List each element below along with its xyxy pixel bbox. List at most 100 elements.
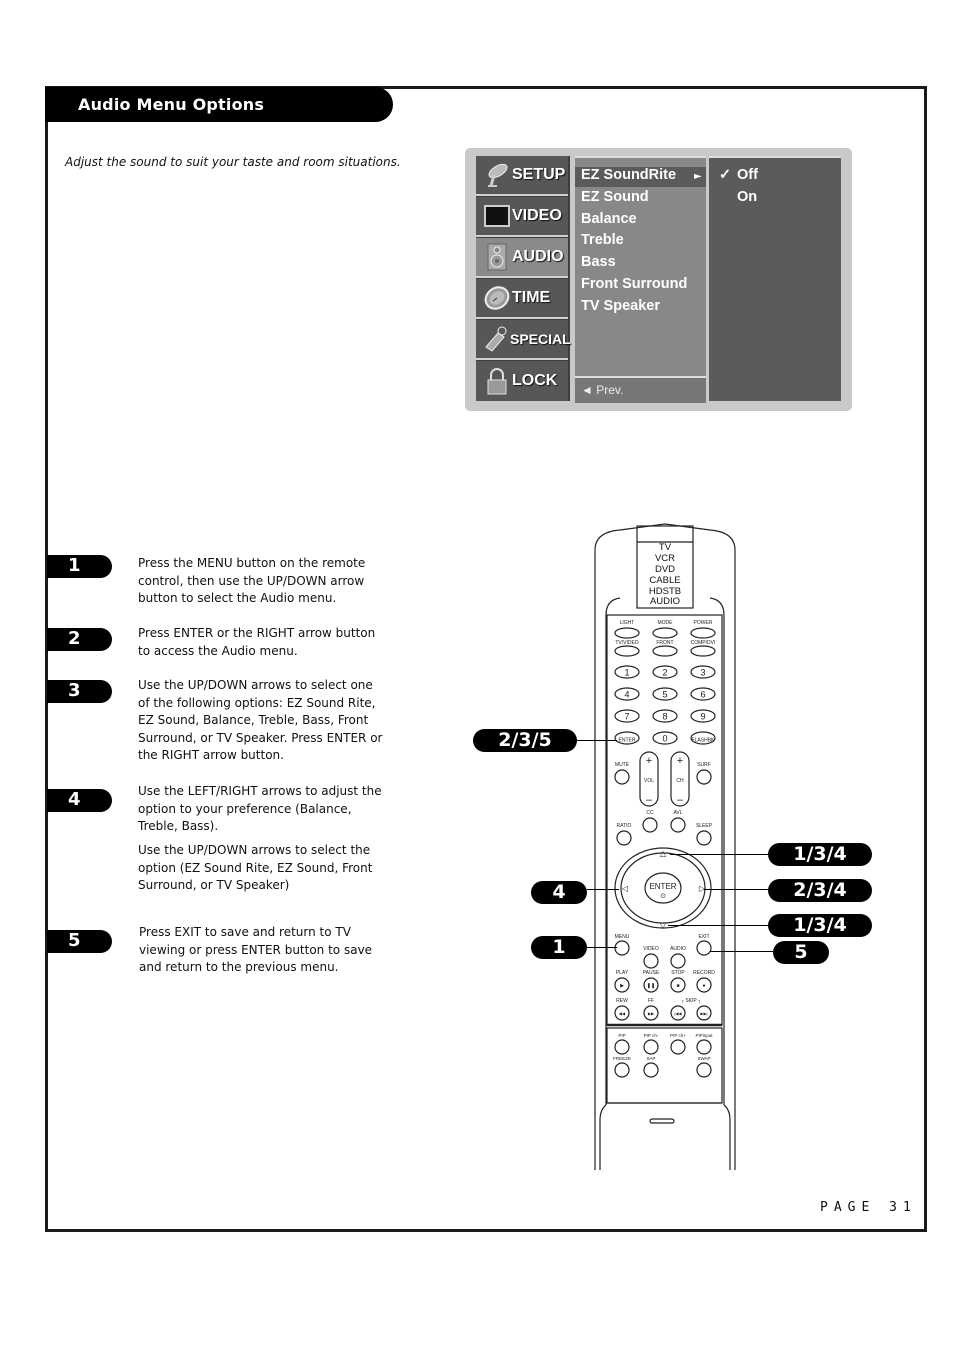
key-swap[interactable]	[696, 1062, 712, 1078]
side-item-time[interactable]: TIME	[476, 279, 568, 319]
prev-label: ◄ Prev.	[581, 383, 624, 397]
minus-icon: –	[646, 794, 653, 806]
key-tv-video[interactable]	[614, 645, 640, 657]
side-item-lock[interactable]: LOCK	[476, 361, 568, 401]
key-label: PIP	[618, 1033, 625, 1038]
side-item-label: TIME	[512, 289, 551, 306]
key-ratio[interactable]	[616, 830, 632, 846]
screen-icon	[482, 202, 512, 230]
key-pip-ch[interactable]	[643, 1039, 659, 1055]
record-icon: ●	[702, 983, 705, 989]
menu-item-tv-speaker[interactable]: TV Speaker	[581, 298, 660, 314]
skip-forward-icon: ▶▶|	[700, 1011, 707, 1016]
key-pipinput[interactable]	[696, 1039, 712, 1055]
side-item-label: SPECIAL	[510, 331, 571, 347]
key-label: REW	[616, 998, 628, 1004]
key-label: 8	[662, 712, 667, 722]
menu-item-front-surround[interactable]: Front Surround	[581, 276, 687, 292]
plus-icon: +	[646, 755, 652, 767]
side-item-audio[interactable]: AUDIO	[476, 238, 568, 278]
menu-item-bass[interactable]: Bass	[581, 254, 616, 270]
key-pip[interactable]	[614, 1039, 630, 1055]
key-label: AVL	[673, 810, 682, 816]
ch-label: CH	[676, 778, 684, 784]
key-front[interactable]	[652, 645, 678, 657]
side-item-setup[interactable]: SETUP	[476, 156, 568, 196]
key-menu[interactable]	[614, 940, 630, 956]
down-arrow-icon: ▽	[660, 921, 667, 930]
stop-icon: ■	[676, 983, 679, 989]
key-label: CC	[646, 810, 654, 816]
callout-left-arrow: 4	[531, 881, 587, 904]
key-audio[interactable]	[670, 953, 686, 969]
key-label: SWAP	[697, 1056, 710, 1061]
option-on[interactable]: On	[737, 189, 757, 205]
key-freeze[interactable]	[614, 1062, 630, 1078]
key-label: 9	[700, 712, 705, 722]
key-surf[interactable]	[696, 769, 712, 785]
leader-line	[710, 951, 773, 952]
side-item-special[interactable]: SPECIAL	[476, 320, 571, 360]
step-number: 5	[68, 930, 81, 951]
key-label: MENU	[615, 934, 630, 940]
padlock-icon	[482, 367, 512, 395]
step-text-3: Use the UP/DOWN arrows to select one of …	[138, 678, 383, 763]
key-mute[interactable]	[614, 769, 630, 785]
key-mode[interactable]	[652, 627, 678, 639]
left-arrow-icon: ◁	[622, 884, 629, 893]
enter-label: ENTER	[649, 882, 676, 891]
key-cc[interactable]	[642, 817, 658, 833]
submenu-arrow-icon: ►	[694, 171, 702, 182]
key-comp-dvi[interactable]	[690, 645, 716, 657]
menu-item-ez-sound[interactable]: EZ Sound	[581, 189, 649, 205]
prev-button[interactable]: ◄ Prev.	[575, 376, 706, 403]
key-light[interactable]	[614, 627, 640, 639]
key-sleep[interactable]	[696, 830, 712, 846]
key-label: 3	[700, 668, 705, 678]
key-label: POWER	[694, 620, 713, 626]
mode-tv: TV	[659, 542, 672, 553]
step-number: 2	[68, 628, 81, 649]
key-label: 4	[624, 690, 629, 700]
key-power[interactable]	[690, 627, 716, 639]
key-sap[interactable]	[643, 1062, 659, 1078]
key-label: FRONT	[656, 640, 673, 646]
key-label: PIP ch-	[644, 1033, 659, 1038]
option-off[interactable]: Off	[737, 167, 758, 183]
leader-line	[670, 854, 768, 855]
key-avl[interactable]	[670, 817, 686, 833]
menu-item-ez-soundrite[interactable]: EZ SoundRite	[581, 167, 676, 183]
key-exit[interactable]	[696, 940, 712, 956]
leader-line	[587, 947, 617, 948]
callout-menu: 1	[531, 936, 587, 959]
enter-dot-icon: ⊙	[660, 893, 666, 900]
key-video[interactable]	[643, 953, 659, 969]
leader-line	[704, 889, 768, 890]
key-label: VIDEO	[643, 946, 659, 952]
osd-side-menu: SETUP VIDEO AUDIO TIME SPECIAL LOCK	[476, 156, 571, 401]
menu-item-treble[interactable]: Treble	[581, 232, 624, 248]
key-label: 0	[662, 734, 667, 744]
key-label: SURF	[697, 762, 711, 768]
leader-line	[587, 889, 619, 890]
key-label: SLEEP	[696, 823, 713, 829]
step-badge-2: 2	[47, 628, 112, 651]
step-text-1: Press the MENU button on the remote cont…	[138, 556, 366, 606]
side-item-video[interactable]: VIDEO	[476, 197, 568, 237]
step-badge-4: 4	[47, 789, 112, 812]
leader-line	[668, 925, 768, 926]
mode-audio: AUDIO	[650, 596, 680, 607]
step-number: 4	[68, 789, 81, 810]
clock-icon	[482, 284, 512, 312]
osd-audio-menu: SETUP VIDEO AUDIO TIME SPECIAL LOCK EZ S…	[465, 148, 852, 411]
key-label: EXIT	[698, 934, 709, 940]
remote-control: TV VCR DVD CABLE HDSTB AUDIO LIGHT MODE PO…	[594, 523, 736, 1170]
key-label: COMP/DVI	[691, 640, 716, 646]
key-label: FLASHBK	[692, 738, 715, 744]
menu-item-balance[interactable]: Balance	[581, 211, 637, 227]
step-text-4: Use the LEFT/RIGHT arrows to adjust the …	[138, 784, 382, 834]
key-pip-ch[interactable]	[670, 1039, 686, 1055]
key-label: 2	[662, 668, 667, 678]
tag-icon	[482, 325, 510, 353]
key-label: PLAY	[616, 970, 629, 976]
